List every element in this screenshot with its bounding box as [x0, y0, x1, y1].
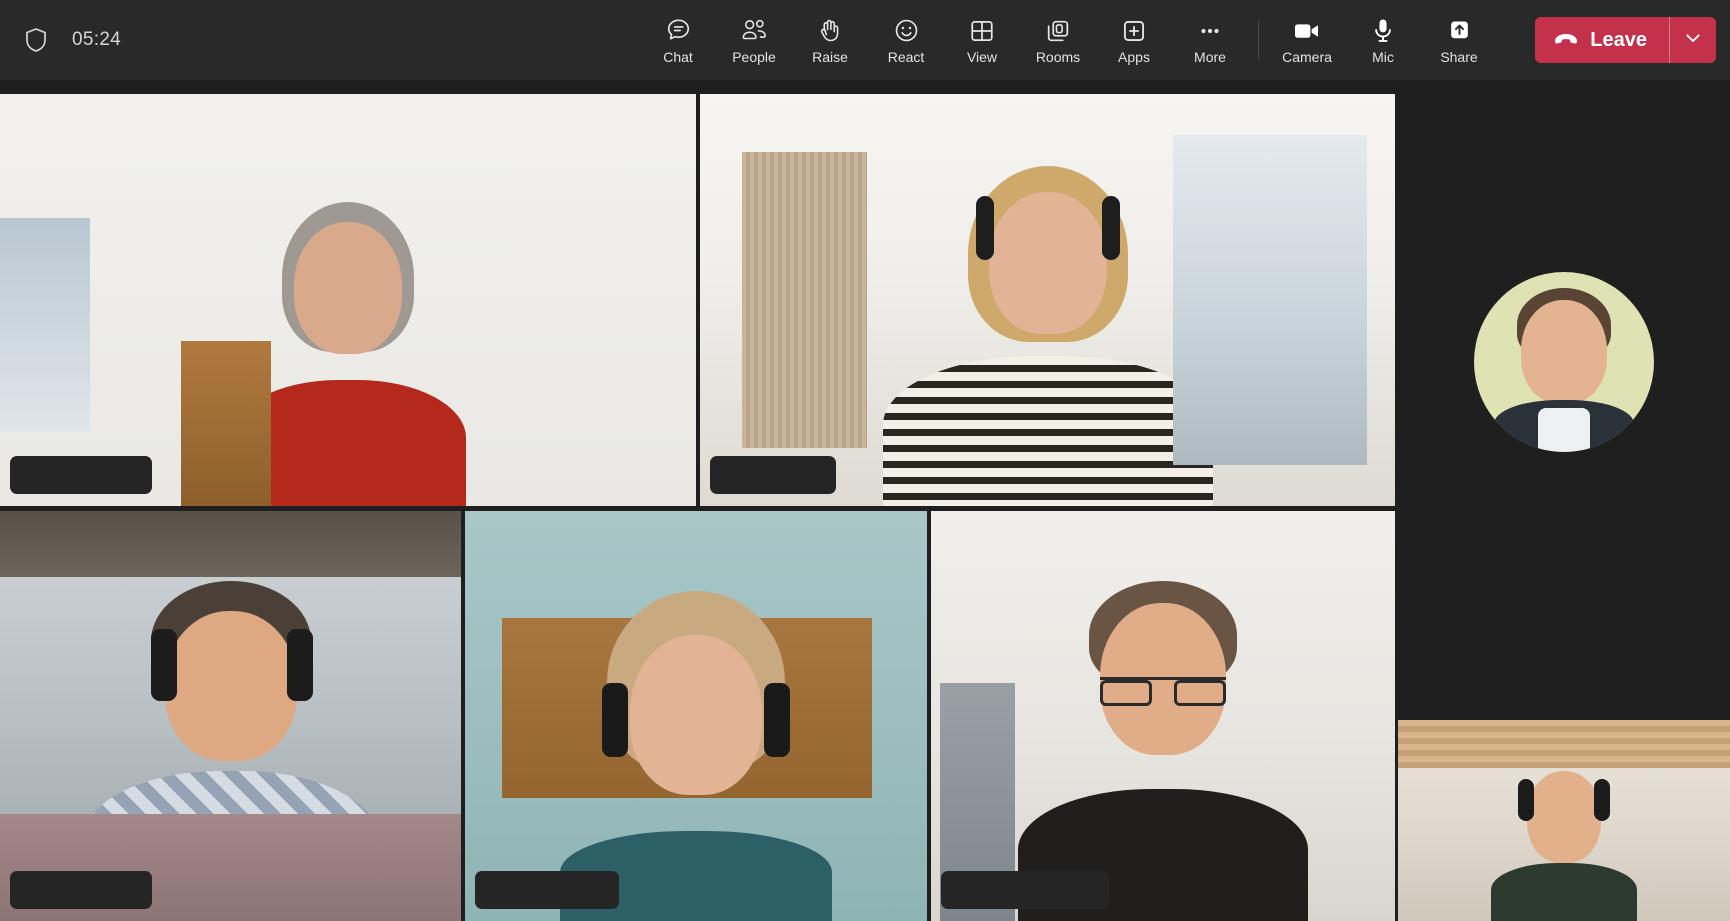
- toolbar-button-view[interactable]: View: [944, 4, 1020, 76]
- participant-name-label-5: [941, 871, 1109, 909]
- figure-body: [882, 356, 1213, 506]
- share-up-arrow-icon: [1447, 17, 1472, 45]
- toolbar-label-camera: Camera: [1282, 48, 1332, 65]
- more-ellipsis-icon: [1197, 17, 1223, 45]
- toolbar-button-apps[interactable]: Apps: [1096, 4, 1172, 76]
- toolbar-label-apps: Apps: [1118, 48, 1150, 65]
- participant-tile-2[interactable]: [700, 94, 1395, 506]
- participant-video-5: [931, 511, 1395, 921]
- toolbar-label-rooms: Rooms: [1035, 48, 1081, 65]
- headphones-icon: [1594, 779, 1610, 821]
- participant-name-label-2: [710, 456, 836, 494]
- participant-video-4: [465, 511, 927, 921]
- headphones-icon: [975, 196, 994, 260]
- toolbar-left-group: 05:24: [0, 20, 640, 60]
- participant-figure-1: [218, 196, 478, 506]
- headphones-icon: [286, 629, 313, 701]
- toolbar-button-share[interactable]: Share: [1421, 4, 1497, 76]
- meeting-toolbar: 05:24 Chat People Raise React View Rooms…: [0, 0, 1730, 80]
- raise-hand-icon: [818, 17, 843, 45]
- participant-video-2: [700, 94, 1395, 506]
- teams-meeting-window: 05:24 Chat People Raise React View Rooms…: [0, 0, 1730, 921]
- leave-options-button[interactable]: [1670, 17, 1716, 63]
- toolbar-button-chat[interactable]: Chat: [640, 4, 716, 76]
- leave-button[interactable]: Leave: [1535, 17, 1669, 63]
- figure-head: [164, 611, 297, 761]
- meeting-timer: 05:24: [72, 29, 122, 50]
- headphones-icon: [150, 629, 177, 701]
- headphones-icon: [1518, 779, 1534, 821]
- glasses-icon: [1100, 677, 1226, 706]
- participant-tile-6[interactable]: [1398, 720, 1730, 921]
- headphones-icon: [1101, 196, 1120, 260]
- toolbar-button-react[interactable]: React: [868, 4, 944, 76]
- toolbar-button-raise[interactable]: Raise: [792, 4, 868, 76]
- toolbar-label-chat: Chat: [663, 48, 693, 65]
- people-icon: [740, 17, 769, 45]
- apps-plus-icon: [1121, 17, 1147, 45]
- toolbar-button-rooms[interactable]: Rooms: [1020, 4, 1096, 76]
- figure-body: [230, 380, 466, 506]
- figure-body: [1491, 863, 1637, 921]
- video-gallery: [0, 80, 1730, 921]
- toolbar-button-mic[interactable]: Mic: [1345, 4, 1421, 76]
- toolbar-button-more[interactable]: More: [1172, 4, 1248, 76]
- leave-button-label: Leave: [1590, 28, 1647, 51]
- toolbar-label-mic: Mic: [1372, 48, 1394, 65]
- microphone-icon: [1371, 17, 1395, 45]
- figure-collar: [1538, 408, 1590, 452]
- breakout-rooms-icon: [1045, 17, 1071, 45]
- participant-figure-6: [1489, 761, 1639, 921]
- figure-head: [1527, 771, 1601, 863]
- hangup-phone-icon: [1553, 30, 1579, 51]
- shield-icon[interactable]: [16, 20, 56, 60]
- headset-icon: [602, 683, 628, 757]
- toolbar-label-more: More: [1194, 48, 1226, 65]
- participant-name-label-4: [475, 871, 619, 909]
- participant-name-label-1: [10, 456, 152, 494]
- figure-head: [630, 635, 762, 795]
- participant-figure-3: [81, 581, 381, 921]
- headset-icon: [764, 683, 790, 757]
- participant-tile-5[interactable]: [931, 511, 1395, 921]
- toolbar-right-group: Leave: [1523, 17, 1730, 63]
- view-grid-icon: [969, 17, 995, 45]
- participant-figure-2: [878, 166, 1218, 506]
- participant-tile-avatar[interactable]: [1398, 94, 1730, 706]
- leave-button-group: Leave: [1535, 17, 1716, 63]
- toolbar-label-react: React: [887, 48, 925, 65]
- participant-video-1: [0, 94, 696, 506]
- toolbar-divider: [1258, 20, 1259, 60]
- toolbar-label-people: People: [732, 48, 776, 65]
- participant-tile-4[interactable]: [465, 511, 927, 921]
- toolbar-label-share: Share: [1440, 48, 1478, 65]
- chevron-down-icon: [1682, 27, 1704, 54]
- toolbar-button-people[interactable]: People: [716, 4, 792, 76]
- chat-icon: [665, 17, 692, 45]
- toolbar-actions: Chat People Raise React View Rooms Apps …: [640, 0, 1497, 80]
- figure-head: [294, 222, 402, 354]
- participant-tile-1[interactable]: [0, 94, 696, 506]
- participant-video-6: [1398, 720, 1730, 921]
- participant-video-3: [0, 511, 461, 921]
- participant-name-label-3: [10, 871, 152, 909]
- toolbar-label-raise: Raise: [812, 48, 848, 65]
- toolbar-label-view: View: [966, 48, 998, 65]
- figure-head: [1521, 300, 1607, 404]
- avatar: [1474, 272, 1654, 452]
- avatar-figure: [1489, 282, 1639, 452]
- toolbar-button-camera[interactable]: Camera: [1269, 4, 1345, 76]
- react-smiley-icon: [893, 17, 920, 45]
- participant-figure-5: [1013, 581, 1313, 921]
- participant-tile-3[interactable]: [0, 511, 461, 921]
- camera-icon: [1292, 17, 1322, 45]
- figure-head: [988, 192, 1107, 334]
